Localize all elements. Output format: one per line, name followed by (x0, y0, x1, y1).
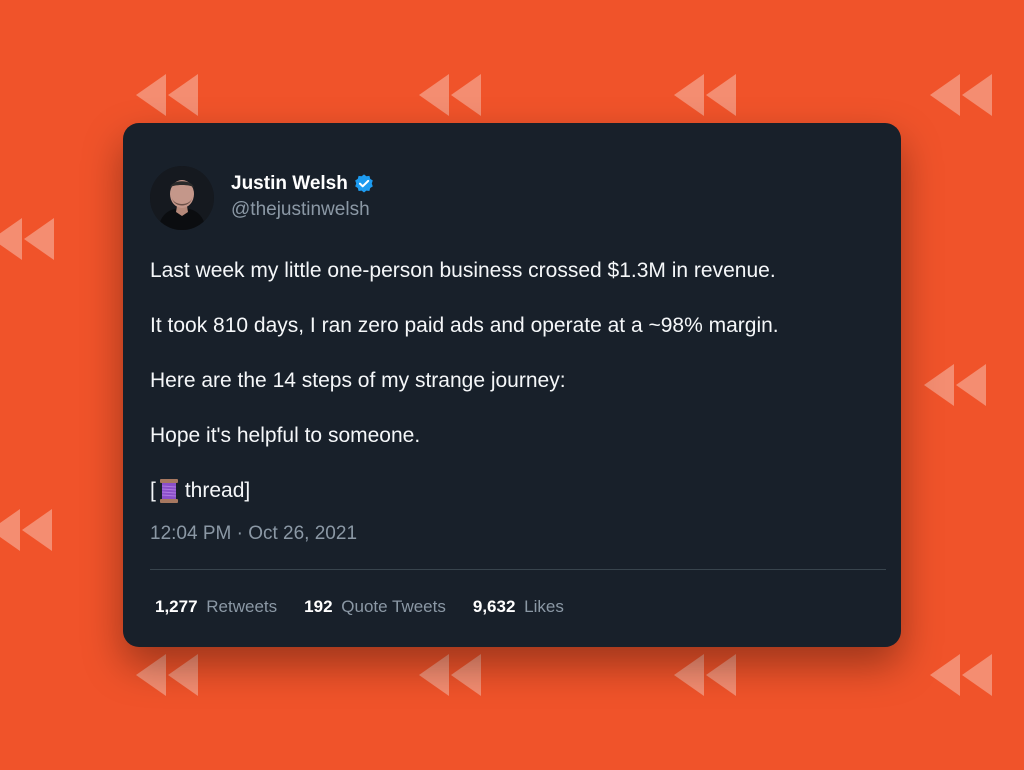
tweet-timestamp[interactable]: 12:04 PM · Oct 26, 2021 (150, 523, 357, 545)
retweets-stat[interactable]: 1,277 Retweets (155, 597, 277, 617)
thread-open-bracket: [ (150, 479, 156, 502)
thread-label: [ thread] (150, 478, 880, 504)
rewind-icon (0, 505, 56, 555)
spool-of-thread-icon (158, 478, 180, 504)
likes-label: Likes (524, 597, 564, 616)
verified-badge-icon (353, 173, 375, 195)
rewind-icon (926, 650, 996, 700)
rewind-icon (920, 360, 990, 410)
quote-tweets-stat[interactable]: 192 Quote Tweets (304, 597, 446, 617)
author-name[interactable]: Justin Welsh (231, 173, 348, 195)
rewind-icon (670, 70, 740, 120)
tweet-author: Justin Welsh @thejustinwelsh (150, 166, 375, 230)
rewind-icon (0, 214, 58, 264)
tweet-body: Last week my little one-person business … (150, 258, 880, 533)
quote-tweets-label: Quote Tweets (341, 597, 446, 616)
likes-count: 9,632 (472, 597, 516, 616)
engagement-stats: 1,277 Retweets 192 Quote Tweets 9,632 Li… (155, 597, 591, 617)
tweet-line: It took 810 days, I ran zero paid ads an… (150, 314, 779, 337)
tweet-card: Justin Welsh @thejustinwelsh Last week m… (123, 123, 901, 647)
tweet-line: Hope it's helpful to someone. (150, 424, 421, 447)
rewind-icon (670, 650, 740, 700)
rewind-icon (132, 70, 202, 120)
quote-tweets-count: 192 (304, 597, 333, 616)
divider (150, 569, 886, 570)
rewind-icon (415, 650, 485, 700)
avatar[interactable] (150, 166, 214, 230)
rewind-icon (926, 70, 996, 120)
rewind-icon (415, 70, 485, 120)
retweets-count: 1,277 (155, 597, 198, 616)
rewind-icon (132, 650, 202, 700)
author-handle[interactable]: @thejustinwelsh (231, 199, 375, 221)
thread-label-text: thread] (184, 479, 251, 502)
tweet-line: Here are the 14 steps of my strange jour… (150, 369, 566, 392)
tweet-line: Last week my little one-person business … (150, 259, 776, 282)
retweets-label: Retweets (206, 597, 278, 616)
likes-stat[interactable]: 9,632 Likes (473, 597, 564, 617)
